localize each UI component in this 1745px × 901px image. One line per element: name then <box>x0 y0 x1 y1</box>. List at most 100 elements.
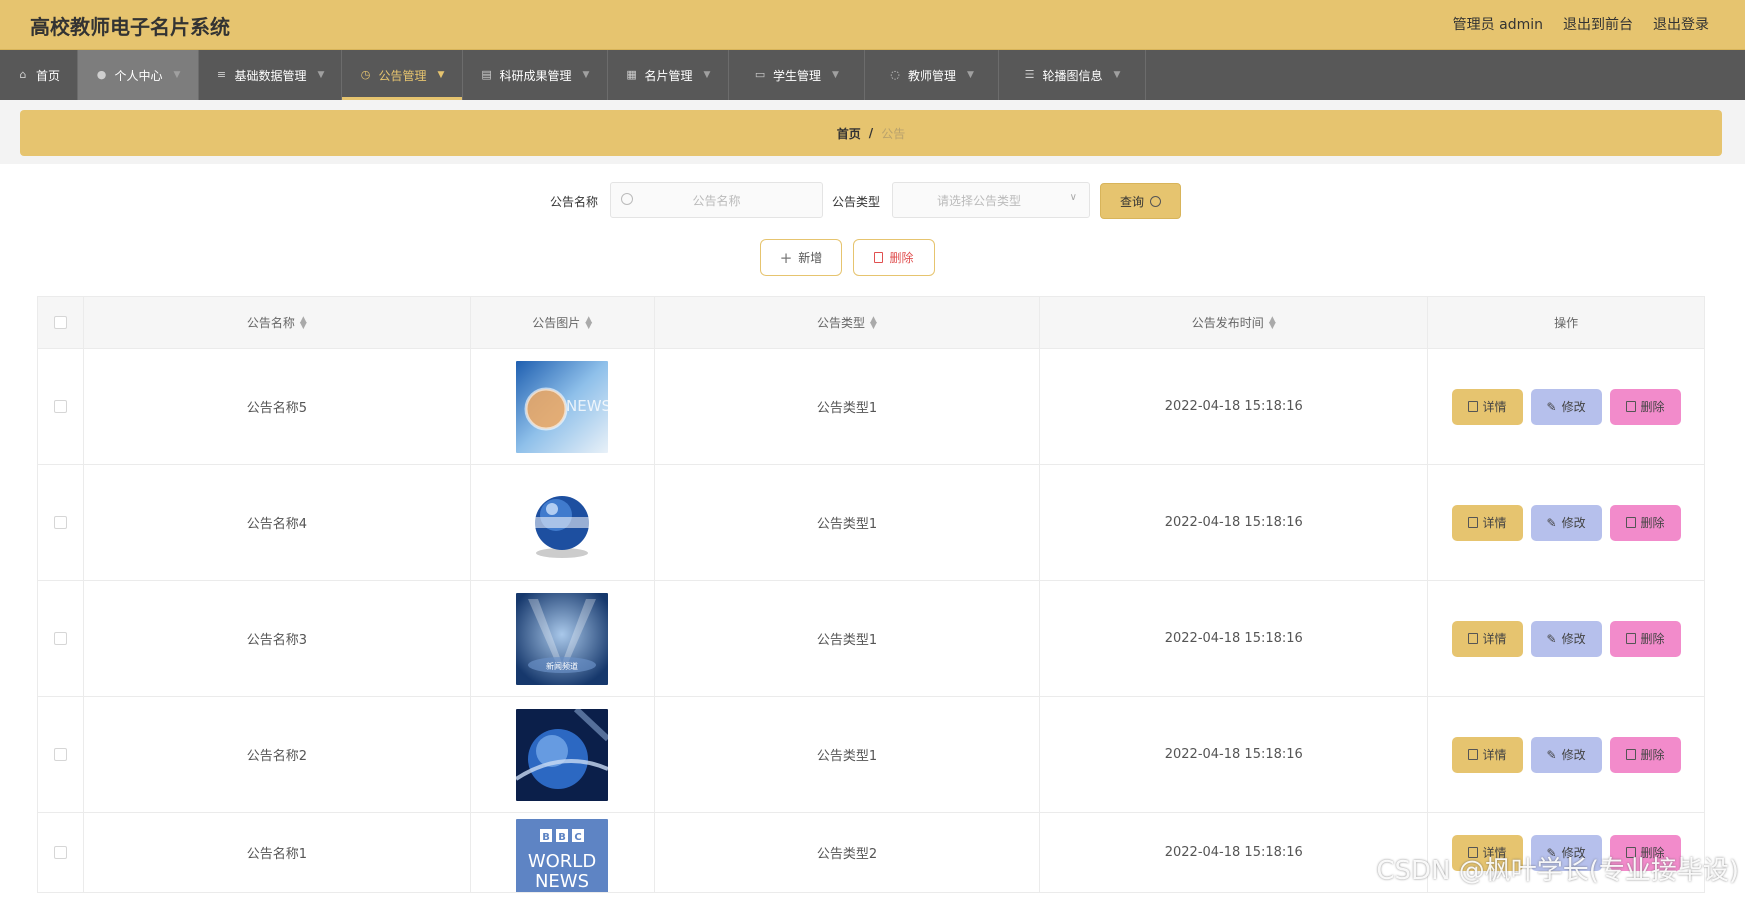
batch-delete-button[interactable]: 删除 <box>853 239 935 276</box>
nav-item-teacher[interactable]: ◌ 教师管理 ▼ <box>865 50 999 100</box>
row-checkbox[interactable] <box>53 748 67 761</box>
nav-item-card[interactable]: ▦ 名片管理 ▼ <box>608 50 729 100</box>
query-button[interactable]: 查询 <box>1100 183 1181 219</box>
row-checkbox[interactable] <box>53 632 67 645</box>
row-time: 2022-04-18 15:18:16 <box>1040 813 1429 892</box>
delete-button[interactable]: 删除 <box>1609 388 1681 425</box>
breadcrumb-home[interactable]: 首页 <box>837 125 861 142</box>
pencil-icon: ✎ <box>1546 515 1557 530</box>
nav-item-research[interactable]: ▤ 科研成果管理 ▼ <box>463 50 608 100</box>
detail-button[interactable]: 详情 <box>1451 736 1523 773</box>
row-name: 公告名称3 <box>84 581 471 696</box>
announcement-image[interactable]: B B C WORLD NEWS <box>516 819 609 892</box>
pencil-icon: ✎ <box>1546 399 1557 414</box>
type-label: 公告类型 <box>832 195 881 209</box>
row-select-cell <box>38 465 84 580</box>
row-checkbox[interactable] <box>53 516 67 529</box>
detail-button[interactable]: 详情 <box>1451 504 1523 541</box>
row-checkbox[interactable] <box>53 400 67 413</box>
breadcrumb-current: 公告 <box>881 126 906 141</box>
announcement-table: 公告名称 ▲ ▼ 公告图片 ▲ ▼ 公告类型 ▲ ▼ 公告发布时间 ▲ ▼ 操作 公告名称5 N… <box>37 296 1705 893</box>
header-time[interactable]: 公告发布时间 ▲ ▼ <box>1040 297 1429 348</box>
nav-item-announcement[interactable]: ◷ 公告管理 ▼ <box>342 50 463 100</box>
header-image[interactable]: 公告图片 ▲ ▼ <box>471 297 655 348</box>
detail-button[interactable]: 详情 <box>1451 620 1523 657</box>
trash-icon <box>1625 749 1636 760</box>
admin-user-link[interactable]: 管理员 admin <box>1453 14 1543 34</box>
row-image-cell: B B C WORLD NEWS <box>471 813 655 892</box>
row-name: 公告名称4 <box>84 465 471 580</box>
thumb-news-text: NEWS <box>566 397 608 415</box>
sort-icon: ▲ ▼ <box>870 314 877 331</box>
row-checkbox[interactable] <box>53 846 67 859</box>
row-actions: 详情 ✎ 修改 删除 <box>1428 465 1705 580</box>
edit-button[interactable]: ✎ 修改 <box>1530 620 1602 657</box>
nav-item-student[interactable]: ▭ 学生管理 ▼ <box>729 50 865 100</box>
delete-button[interactable]: 删除 <box>1609 504 1681 541</box>
row-time: 2022-04-18 15:18:16 <box>1040 581 1429 696</box>
header-name[interactable]: 公告名称 ▲ ▼ <box>84 297 471 348</box>
row-select-cell <box>38 581 84 696</box>
printer-icon: ▤ <box>481 68 492 81</box>
row-name: 公告名称1 <box>84 813 471 892</box>
trash-icon <box>874 252 884 263</box>
breadcrumb-separator: / <box>868 126 874 140</box>
row-name: 公告名称2 <box>84 697 471 812</box>
row-image-cell <box>471 465 655 580</box>
chevron-down-icon: ▼ <box>1113 70 1121 80</box>
type-select[interactable]: 请选择公告类型 ∨ <box>892 182 1090 218</box>
top-header: 高校教师电子名片系统 管理员 admin 退出到前台 退出登录 <box>0 0 1745 50</box>
header-type[interactable]: 公告类型 ▲ ▼ <box>655 297 1041 348</box>
power-icon: ◌ <box>890 68 900 81</box>
document-icon <box>1467 633 1478 644</box>
row-name: 公告名称5 <box>84 349 471 464</box>
nav-item-personal-center[interactable]: ● 个人中心 ▼ <box>78 50 199 100</box>
edit-button[interactable]: ✎ 修改 <box>1530 504 1602 541</box>
header-actions: 操作 <box>1428 297 1705 348</box>
detail-button[interactable]: 详情 <box>1451 388 1523 425</box>
search-icon <box>1150 195 1161 207</box>
sort-icon: ▲ ▼ <box>585 314 593 331</box>
nav-item-home[interactable]: ⌂ 首页 <box>0 50 78 100</box>
trash-icon <box>1625 401 1636 412</box>
announcement-image[interactable] <box>516 708 609 801</box>
name-label: 公告名称 <box>550 195 599 209</box>
table-row: 公告名称3 新闻频道 公告类型1 2022-04-18 15:18:16 详情 … <box>38 581 1705 697</box>
grid-icon: ≡ <box>216 68 227 81</box>
caption-strip <box>0 893 1745 901</box>
chevron-down-icon: ▼ <box>832 70 839 80</box>
row-type: 公告类型1 <box>655 465 1041 580</box>
top-links: 管理员 admin 退出到前台 退出登录 <box>1453 14 1709 34</box>
exit-to-front-link[interactable]: 退出到前台 <box>1563 14 1633 34</box>
chevron-down-icon: ∨ <box>1069 192 1077 203</box>
name-search-input[interactable]: 公告名称 <box>610 182 823 218</box>
logout-link[interactable]: 退出登录 <box>1653 14 1709 34</box>
table-row: 公告名称4 公告类型1 2022-04-18 15:18:16 详情 ✎ 修改 删… <box>38 465 1705 581</box>
thumb-bbc-letter-3: C <box>575 832 582 843</box>
row-type: 公告类型1 <box>655 349 1041 464</box>
row-actions: 详情 ✎ 修改 删除 <box>1428 349 1705 464</box>
row-image-cell <box>471 697 655 812</box>
announcement-image[interactable] <box>516 476 609 569</box>
announcement-image[interactable]: 新闻频道 <box>516 592 609 685</box>
search-form: 公告名称 公告名称 公告类型 请选择公告类型 ∨ 查询 <box>0 182 1745 220</box>
list-icon: ☰ <box>1024 68 1035 81</box>
delete-button[interactable]: 删除 <box>1609 736 1681 773</box>
nav-item-basic-data[interactable]: ≡ 基础数据管理 ▼ <box>199 50 342 100</box>
select-all-checkbox[interactable] <box>53 316 67 329</box>
action-bar: + 新增 删除 <box>0 239 1745 277</box>
plus-icon: + <box>779 248 793 267</box>
add-button[interactable]: + 新增 <box>760 239 842 276</box>
edit-button[interactable]: ✎ 修改 <box>1530 388 1602 425</box>
chevron-down-icon: ▼ <box>967 70 974 80</box>
thumb-news2-text: NEWS <box>535 871 589 892</box>
pencil-icon: ✎ <box>1546 631 1557 646</box>
trash-icon <box>1625 517 1636 528</box>
nav-item-carousel[interactable]: ☰ 轮播图信息 ▼ <box>999 50 1146 100</box>
row-select-cell <box>38 697 84 812</box>
delete-button[interactable]: 删除 <box>1609 620 1681 657</box>
edit-button[interactable]: ✎ 修改 <box>1530 736 1602 773</box>
header-select-cell <box>38 297 84 348</box>
row-time: 2022-04-18 15:18:16 <box>1040 349 1429 464</box>
announcement-image[interactable]: NEWS <box>516 360 609 453</box>
